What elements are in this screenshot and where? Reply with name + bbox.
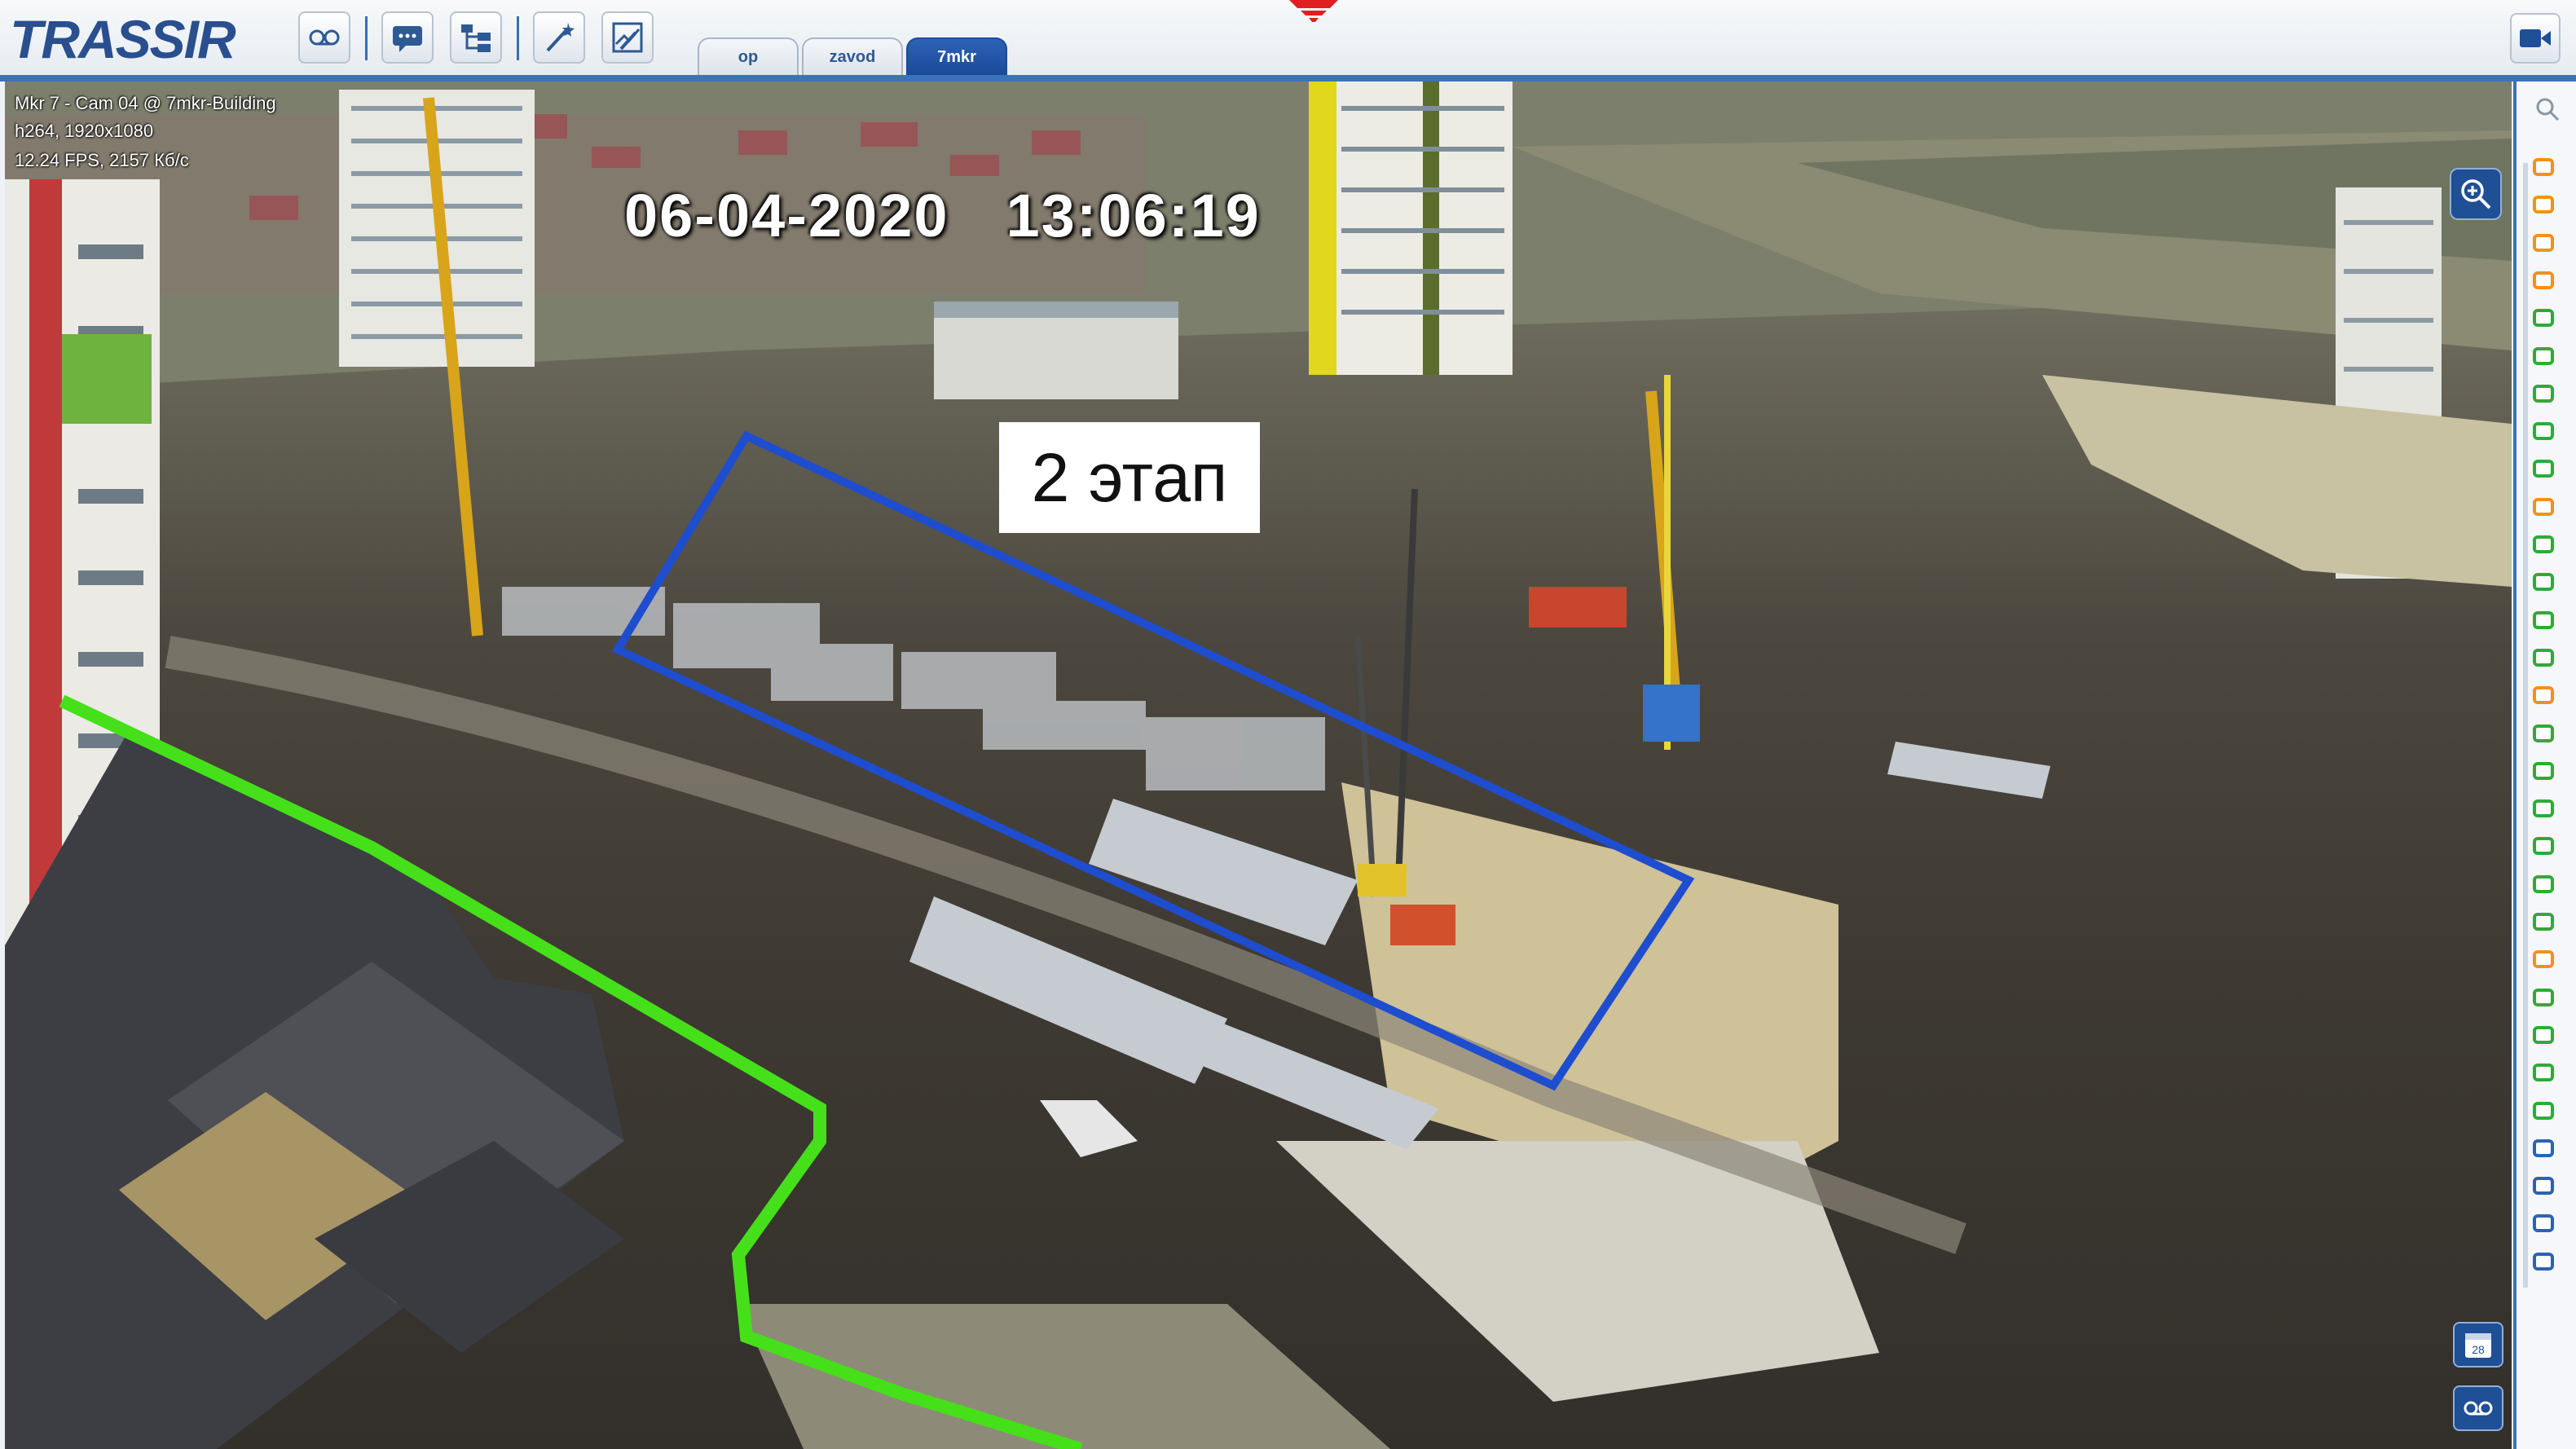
video-timestamp: 06-04-2020 13:06:19 xyxy=(624,181,1261,250)
channel-indicator-green[interactable] xyxy=(2533,384,2554,403)
camera-title: Mkr 7 - Cam 04 @ 7mkr-Building xyxy=(15,93,276,113)
channel-indicator-green[interactable] xyxy=(2533,309,2554,328)
stream-stats: 12.24 FPS, 2157 Кб/с xyxy=(15,150,189,170)
channel-indicator-orange[interactable] xyxy=(2533,950,2554,969)
channel-indicator-green[interactable] xyxy=(2533,422,2554,441)
channel-indicator-orange[interactable] xyxy=(2533,158,2554,176)
toolbar-separator xyxy=(0,75,2576,81)
tab-7mkr[interactable]: 7mkr xyxy=(906,37,1007,75)
channel-indicator-green[interactable] xyxy=(2533,573,2554,592)
calendar-day: 28 xyxy=(2472,1343,2485,1356)
channel-indicator-green[interactable] xyxy=(2533,913,2554,931)
channel-indicator-blue[interactable] xyxy=(2533,1177,2554,1196)
channel-indicator-green[interactable] xyxy=(2533,535,2554,553)
zoom-in-icon xyxy=(2461,179,2491,209)
camera-scene xyxy=(5,81,2512,1449)
channel-indicator-green[interactable] xyxy=(2533,1101,2554,1120)
channel-indicator-green[interactable] xyxy=(2533,724,2554,742)
zone-label: 2 этап xyxy=(999,422,1260,533)
chat-icon xyxy=(393,26,422,52)
wizard-button[interactable] xyxy=(533,11,585,64)
channel-indicator-green[interactable] xyxy=(2533,799,2554,818)
tape-icon xyxy=(2464,1401,2493,1416)
channel-indicator-green[interactable] xyxy=(2533,648,2554,667)
zoom-button[interactable] xyxy=(2450,168,2502,220)
channel-indicator-green[interactable] xyxy=(2533,837,2554,856)
tape-icon xyxy=(309,29,340,46)
edit-button[interactable] xyxy=(601,11,654,64)
tab-op[interactable]: op xyxy=(698,37,799,75)
channel-indicator-green[interactable] xyxy=(2533,346,2554,365)
toolbar-divider xyxy=(365,16,368,60)
channel-scrollbar[interactable] xyxy=(2523,163,2528,1288)
video-camera-icon xyxy=(2520,29,2551,47)
camera-view-button[interactable] xyxy=(2510,13,2561,64)
chat-button[interactable] xyxy=(381,11,434,64)
channel-indicator-orange[interactable] xyxy=(2533,686,2554,705)
magic-wand-icon xyxy=(546,23,575,52)
trassir-logo: TRASSIR xyxy=(10,9,236,69)
channel-indicator-orange[interactable] xyxy=(2533,233,2554,252)
stream-codec: h264, 1920x1080 xyxy=(15,121,154,141)
channel-indicator-green[interactable] xyxy=(2533,1025,2554,1044)
channel-strip xyxy=(2513,81,2576,1449)
tab-zavod[interactable]: zavod xyxy=(802,37,903,75)
channel-indicator-blue[interactable] xyxy=(2533,1214,2554,1233)
channel-indicator-blue[interactable] xyxy=(2533,1252,2554,1271)
tree-icon xyxy=(461,24,491,52)
calendar-icon: 28 xyxy=(2465,1333,2491,1358)
channel-indicator-green[interactable] xyxy=(2533,988,2554,1006)
toolbar-divider xyxy=(517,16,519,60)
channel-indicator-green[interactable] xyxy=(2533,610,2554,629)
search-icon[interactable] xyxy=(2534,96,2561,122)
channel-indicator-green[interactable] xyxy=(2533,1064,2554,1082)
layout-button[interactable] xyxy=(450,11,502,64)
playback-archive-button[interactable] xyxy=(2453,1385,2503,1431)
channel-indicator-green[interactable] xyxy=(2533,460,2554,478)
channel-indicator-green[interactable] xyxy=(2533,874,2554,893)
channel-indicator-green[interactable] xyxy=(2533,761,2554,780)
alarm-indicator-icon[interactable] xyxy=(1281,0,1346,23)
timestamp-time: 13:06:19 xyxy=(1006,182,1261,249)
pencil-chart-icon xyxy=(612,22,643,53)
archive-button[interactable] xyxy=(298,11,350,64)
timestamp-date: 06-04-2020 xyxy=(624,182,949,249)
camera-video-view[interactable]: Mkr 7 - Cam 04 @ 7mkr-Building h264, 192… xyxy=(5,81,2512,1449)
channel-indicator-blue[interactable] xyxy=(2533,1138,2554,1157)
calendar-button[interactable]: 28 xyxy=(2453,1322,2503,1368)
channel-indicator-orange[interactable] xyxy=(2533,196,2554,214)
channel-indicator-orange[interactable] xyxy=(2533,497,2554,516)
top-toolbar: TRASSIR op zavod 7mkr xyxy=(0,0,2576,78)
channel-indicator-orange[interactable] xyxy=(2533,271,2554,289)
